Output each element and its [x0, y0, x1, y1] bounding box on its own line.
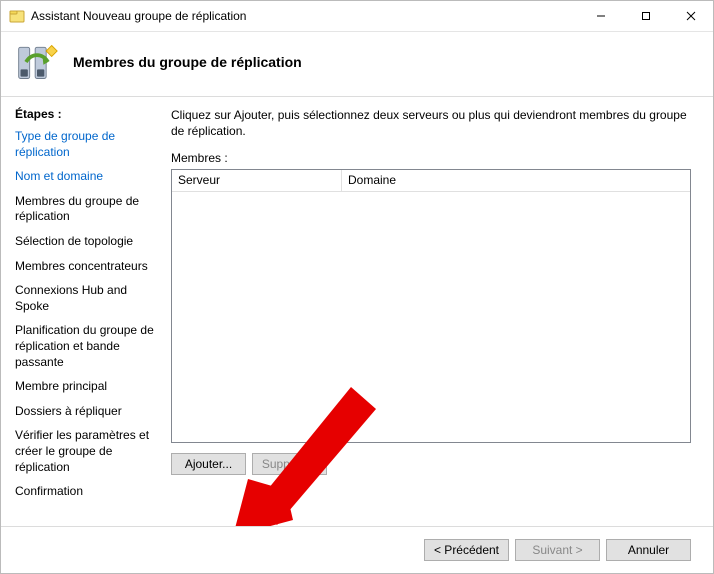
members-listview[interactable]: Serveur Domaine	[171, 169, 691, 443]
maximize-button[interactable]	[623, 1, 668, 31]
step-membres-concentrateurs: Membres concentrateurs	[15, 259, 157, 275]
wizard-window: Assistant Nouveau groupe de réplication	[0, 0, 714, 574]
members-body	[172, 192, 690, 442]
step-nom-et-domaine[interactable]: Nom et domaine	[15, 169, 157, 185]
wizard-footer: < Précédent Suivant > Annuler	[1, 526, 713, 573]
step-membres-groupe: Membres du groupe de réplication	[15, 194, 157, 225]
step-connexions-hub-spoke: Connexions Hub and Spoke	[15, 283, 157, 314]
step-membre-principal: Membre principal	[15, 379, 157, 395]
wizard-header: Membres du groupe de réplication	[1, 32, 713, 97]
table-buttons: Ajouter... Supprimer	[171, 453, 691, 475]
main-panel: Cliquez sur Ajouter, puis sélectionnez d…	[161, 97, 713, 526]
step-verifier-creer: Vérifier les paramètres et créer le grou…	[15, 428, 157, 475]
titlebar: Assistant Nouveau groupe de réplication	[1, 1, 713, 32]
cancel-button[interactable]: Annuler	[606, 539, 691, 561]
steps-sidebar: Étapes : Type de groupe de réplication N…	[1, 97, 161, 526]
column-header-server[interactable]: Serveur	[172, 170, 342, 192]
remove-button: Supprimer	[252, 453, 327, 475]
step-selection-topologie: Sélection de topologie	[15, 234, 157, 250]
column-header-domain[interactable]: Domaine	[342, 170, 690, 192]
wizard-body: Étapes : Type de groupe de réplication N…	[1, 97, 713, 526]
previous-button[interactable]: < Précédent	[424, 539, 509, 561]
window-controls	[578, 1, 713, 31]
close-button[interactable]	[668, 1, 713, 31]
minimize-button[interactable]	[578, 1, 623, 31]
instruction-text: Cliquez sur Ajouter, puis sélectionnez d…	[171, 107, 691, 139]
step-dossiers-repliquer: Dossiers à répliquer	[15, 404, 157, 420]
members-header-row: Serveur Domaine	[172, 170, 690, 192]
step-type-de-groupe[interactable]: Type de groupe de réplication	[15, 129, 157, 160]
members-label: Membres :	[171, 151, 691, 165]
steps-heading: Étapes :	[15, 107, 157, 121]
next-button: Suivant >	[515, 539, 600, 561]
step-confirmation: Confirmation	[15, 484, 157, 500]
add-button[interactable]: Ajouter...	[171, 453, 246, 475]
replication-icon	[15, 40, 59, 84]
step-planification: Planification du groupe de réplication e…	[15, 323, 157, 370]
page-title: Membres du groupe de réplication	[73, 54, 302, 70]
window-title: Assistant Nouveau groupe de réplication	[31, 9, 578, 23]
app-icon	[9, 8, 25, 24]
